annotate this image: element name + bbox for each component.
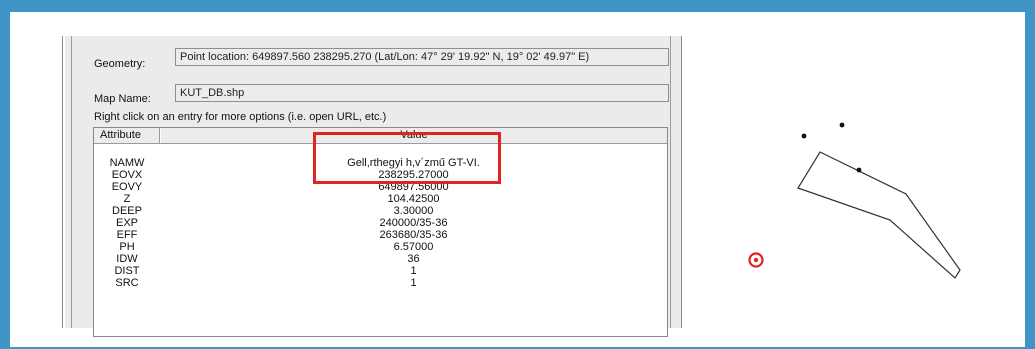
attribute-cell: NAMW [109,157,145,169]
column-header-attribute[interactable]: Attribute [94,128,160,143]
table-row[interactable]: SRC 1 [94,277,667,289]
selected-point-icon[interactable] [748,252,764,268]
table-row[interactable]: EFF 263680/35-36 [94,229,667,241]
attribute-cell: DEEP [112,205,142,217]
dialog-divider [71,36,72,328]
value-cell: 263680/35-36 [379,229,448,241]
attribute-cell: EFF [116,229,138,241]
dialog-divider [670,36,671,328]
map-name-label: Map Name: [94,93,151,105]
table-row[interactable]: IDW 36 [94,253,667,265]
attribute-cell: DIST [114,265,140,277]
map-canvas[interactable] [720,100,1000,300]
table-row[interactable]: DIST 1 [94,265,667,277]
attribute-cell: EOVX [111,169,143,181]
map-point[interactable] [856,167,862,173]
attribute-cell: Z [123,193,131,205]
map-point[interactable] [801,133,807,139]
value-cell: 1 [410,277,417,289]
value-cell: 240000/35-36 [379,217,448,229]
geometry-label: Geometry: [94,58,146,70]
table-row[interactable]: PH 6.57000 [94,241,667,253]
attribute-cell: EOVY [111,181,143,193]
attribute-cell: IDW [116,253,138,265]
value-cell: 36 [407,253,420,265]
map-name-field[interactable]: KUT_DB.shp [175,84,669,102]
attribute-cell: SRC [115,277,139,289]
value-cell: 1 [410,265,417,277]
value-cell: 6.57000 [393,241,434,253]
table-row[interactable]: EXP 240000/35-36 [94,217,667,229]
map-polygon[interactable] [797,151,961,279]
highlight-box [313,132,501,184]
table-row[interactable]: DEEP 3.30000 [94,205,667,217]
attribute-cell: EXP [115,217,138,229]
value-cell: 3.30000 [393,205,434,217]
map-point[interactable] [839,122,845,128]
attribute-cell: PH [119,241,135,253]
value-cell: 104.42500 [387,193,440,205]
geometry-field[interactable]: Point location: 649897.560 238295.270 (L… [175,48,669,66]
right-click-hint: Right click on an entry for more options… [94,111,387,123]
table-row[interactable]: Z 104.42500 [94,193,667,205]
